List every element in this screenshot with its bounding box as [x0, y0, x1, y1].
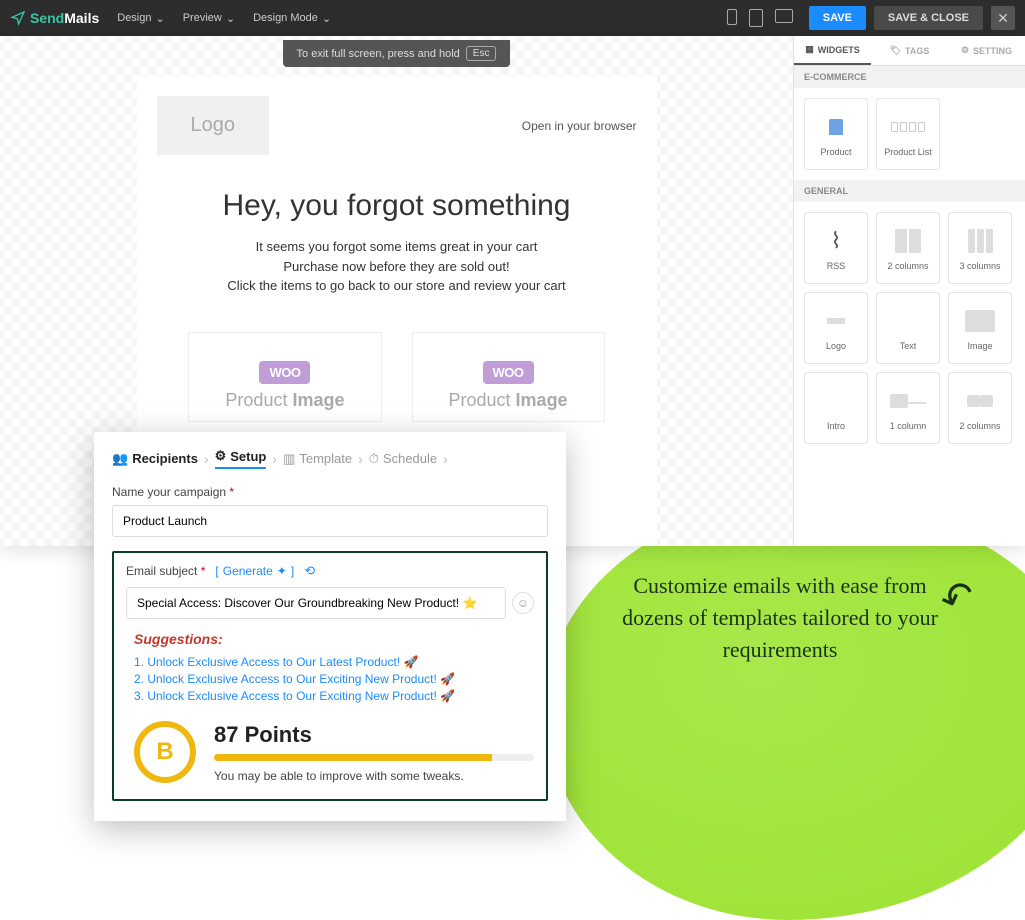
score-row: B 87 Points You may be able to improve w… [134, 721, 534, 783]
widget-2-columns[interactable]: 2 columns [876, 212, 940, 284]
tag-icon: 🏷 [890, 45, 901, 56]
chevron-right-icon: › [204, 451, 209, 467]
brand-text-left: Send [30, 10, 64, 26]
column-1-icon [890, 385, 926, 417]
woo-badge: WOO [483, 361, 534, 384]
rss-icon: ⌇ [818, 225, 854, 257]
product-image-label: Product Image [225, 390, 344, 411]
fullscreen-hint: To exit full screen, press and hold Esc [283, 40, 511, 67]
campaign-setup-card: 👥Recipients › ⚙Setup › ▥Template › ⏱Sche… [94, 432, 566, 821]
tab-widgets[interactable]: ▦WIDGETS [794, 36, 871, 65]
columns-2b-icon [962, 385, 998, 417]
chevron-right-icon: › [443, 451, 448, 467]
score-points: 87 Points [214, 722, 534, 748]
esc-key: Esc [466, 46, 497, 61]
suggestion-item[interactable]: Unlock Exclusive Access to Our Latest Pr… [134, 655, 534, 669]
step-schedule[interactable]: ⏱Schedule [369, 451, 437, 467]
logo-icon [818, 305, 854, 337]
shirt-grid-icon [890, 111, 926, 143]
chevron-down-icon: ⌄ [322, 12, 331, 25]
columns-3-icon [962, 225, 998, 257]
gear-icon: ⚙ [961, 45, 969, 56]
step-template[interactable]: ▥Template [283, 451, 352, 467]
brand-text-right: Mails [64, 10, 99, 26]
close-icon[interactable]: ✕ [991, 6, 1015, 30]
email-headline[interactable]: Hey, you forgot something [157, 189, 637, 223]
image-icon [962, 305, 998, 337]
generate-link[interactable]: [Generate ✦] [215, 564, 294, 578]
intro-icon [818, 385, 854, 417]
score-hint: You may be able to improve with some twe… [214, 769, 534, 783]
save-button[interactable]: SAVE [809, 6, 866, 30]
score-progress [214, 754, 534, 761]
ai-icon: ✦ [277, 564, 287, 578]
widget-text[interactable]: Text [876, 292, 940, 364]
brand-logo: SendMails [10, 10, 99, 26]
chevron-right-icon: › [272, 451, 277, 467]
panel-tabs: ▦WIDGETS 🏷TAGS ⚙SETTING [794, 36, 1025, 66]
step-recipients[interactable]: 👥Recipients [112, 451, 198, 467]
grid-icon: ▦ [805, 44, 814, 55]
campaign-name-input[interactable] [112, 505, 548, 537]
widget-product-list[interactable]: Product List [876, 98, 940, 170]
product-card[interactable]: WOO Product Image [188, 332, 381, 422]
product-row: WOO Product Image WOO Product Image [157, 332, 637, 422]
template-icon: ▥ [283, 451, 295, 467]
subject-input[interactable] [126, 587, 506, 619]
subject-highlight-box: Email subject * [Generate ✦] ⟲ ☺ Suggest… [112, 551, 548, 801]
users-icon: 👥 [112, 451, 128, 467]
clock-icon: ⏱ [369, 451, 379, 467]
save-close-button[interactable]: SAVE & CLOSE [874, 6, 983, 30]
product-card[interactable]: WOO Product Image [412, 332, 605, 422]
widget-intro[interactable]: Intro [804, 372, 868, 444]
campaign-name-label: Name your campaign * [112, 485, 548, 499]
widget-logo[interactable]: Logo [804, 292, 868, 364]
email-body[interactable]: It seems you forgot some items great in … [157, 237, 637, 296]
suggestions-list: Unlock Exclusive Access to Our Latest Pr… [134, 655, 534, 703]
gear-icon: ⚙ [215, 448, 227, 464]
suggestion-item[interactable]: Unlock Exclusive Access to Our Exciting … [134, 689, 534, 703]
step-setup[interactable]: ⚙Setup [215, 448, 267, 469]
shirt-icon [829, 119, 843, 135]
tab-setting[interactable]: ⚙SETTING [948, 36, 1025, 65]
menu-preview[interactable]: Preview ⌄ [183, 12, 235, 25]
phone-icon[interactable] [727, 9, 737, 25]
top-menu: Design ⌄ Preview ⌄ Design Mode ⌄ [117, 12, 331, 25]
emoji-button[interactable]: ☺ [512, 592, 534, 614]
send-icon [10, 10, 26, 26]
chevron-down-icon: ⌄ [156, 12, 165, 25]
right-panel: ▦WIDGETS 🏷TAGS ⚙SETTING E-COMMERCE Produ… [793, 36, 1025, 546]
suggestion-item[interactable]: Unlock Exclusive Access to Our Exciting … [134, 672, 534, 686]
refresh-icon[interactable]: ⟲ [304, 563, 315, 579]
woo-badge: WOO [259, 361, 310, 384]
menu-design-mode[interactable]: Design Mode ⌄ [253, 12, 331, 25]
open-in-browser-link[interactable]: Open in your browser [522, 119, 637, 133]
widget-3-columns[interactable]: 3 columns [948, 212, 1012, 284]
suggestions-heading: Suggestions: [134, 631, 534, 647]
menu-design[interactable]: Design ⌄ [117, 12, 164, 25]
wizard-steps: 👥Recipients › ⚙Setup › ▥Template › ⏱Sche… [112, 448, 548, 469]
tablet-icon[interactable] [749, 9, 763, 27]
logo-placeholder[interactable]: Logo [157, 96, 270, 155]
marketing-callout: Customize emails with ease from dozens o… [615, 570, 945, 666]
decorative-blob [545, 500, 1025, 920]
chevron-right-icon: › [358, 451, 363, 467]
tab-tags[interactable]: 🏷TAGS [871, 36, 948, 65]
widget-1-column[interactable]: 1 column [876, 372, 940, 444]
widget-image[interactable]: Image [948, 292, 1012, 364]
section-ecommerce: E-COMMERCE [794, 66, 1025, 88]
device-preview-icons [727, 9, 793, 27]
chevron-down-icon: ⌄ [226, 12, 235, 25]
columns-2-icon [890, 225, 926, 257]
app-topbar: SendMails Design ⌄ Preview ⌄ Design Mode… [0, 0, 1025, 36]
text-icon [890, 305, 926, 337]
widget-rss[interactable]: ⌇RSS [804, 212, 868, 284]
subject-label: Email subject * [126, 564, 205, 578]
widget-2-columns-b[interactable]: 2 columns [948, 372, 1012, 444]
product-image-label: Product Image [449, 390, 568, 411]
section-general: GENERAL [794, 180, 1025, 202]
desktop-icon[interactable] [775, 9, 793, 23]
widget-product[interactable]: Product [804, 98, 868, 170]
score-badge: B [134, 721, 196, 783]
